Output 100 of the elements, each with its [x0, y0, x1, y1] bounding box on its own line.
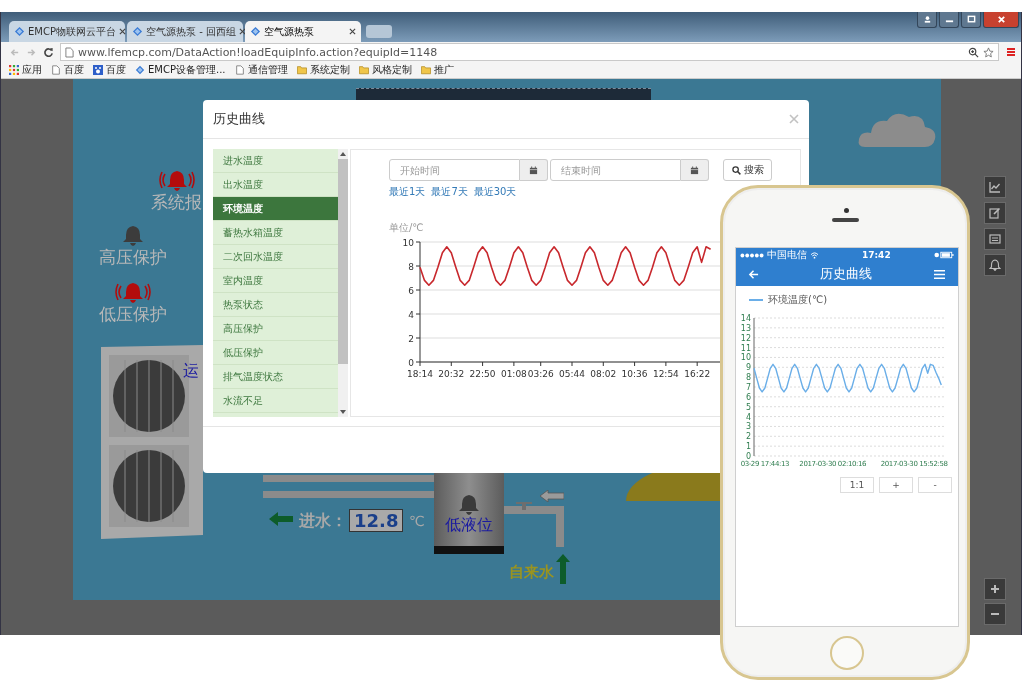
- minimize-button[interactable]: [939, 12, 959, 28]
- apps-grid-icon: [9, 65, 19, 75]
- maximize-button[interactable]: [961, 12, 981, 28]
- tick-label: 0: [745, 452, 751, 461]
- signal-icon: [740, 252, 764, 258]
- wifi-icon: [810, 251, 819, 259]
- tick-label: 3: [745, 422, 751, 432]
- page-icon: [51, 65, 61, 75]
- close-icon[interactable]: [349, 28, 356, 35]
- app-title: 历史曲线: [820, 265, 872, 283]
- user-button[interactable]: [917, 12, 937, 28]
- zoom-icon[interactable]: [968, 46, 979, 58]
- tick-label: 03:26: [527, 369, 554, 379]
- maximize-icon: [966, 15, 976, 24]
- reset-zoom-button[interactable]: 1:1: [840, 477, 874, 493]
- calendar-button[interactable]: [520, 159, 548, 181]
- address-field[interactable]: www.lfemcp.com/DataAction!loadEquipInfo.action?equipId=1148: [60, 43, 999, 61]
- page-icon: [65, 46, 74, 58]
- tick-label: 13: [740, 323, 751, 333]
- chart-button[interactable]: [984, 176, 1006, 198]
- zoom-in-button[interactable]: [984, 578, 1006, 600]
- tick-label: 4: [745, 412, 751, 422]
- clock-text: 17:42: [862, 250, 891, 260]
- tick-label: 14: [740, 314, 751, 323]
- bookmark[interactable]: 系统定制: [296, 63, 350, 77]
- date-range-link[interactable]: 最近1天: [389, 185, 426, 199]
- tick-label: 8: [745, 373, 751, 383]
- reload-icon[interactable]: [43, 46, 54, 58]
- menu-icon[interactable]: [1005, 46, 1017, 58]
- browser-tab[interactable]: EMCP物联网云平台: [9, 21, 125, 42]
- zoom-out-button[interactable]: [984, 603, 1006, 625]
- scroll-up-icon[interactable]: [340, 152, 346, 156]
- tank-label: 低液位: [445, 515, 493, 536]
- start-time-field[interactable]: 开始时间: [389, 159, 520, 181]
- parameter-item[interactable]: 环境温度: [213, 197, 338, 221]
- edit-button[interactable]: [984, 202, 1006, 224]
- tick-label: 10:36: [621, 369, 648, 379]
- alarm-label: 高压保护: [99, 246, 167, 269]
- legend-label: 环境温度(℃): [768, 293, 828, 307]
- menu-icon[interactable]: [933, 268, 946, 280]
- battery-icon: [934, 251, 954, 259]
- arrow-icon: [540, 490, 564, 502]
- bookmark[interactable]: EMCP设备管理...: [135, 63, 226, 77]
- zoom-in-button[interactable]: +: [879, 477, 913, 493]
- list-button[interactable]: [984, 228, 1006, 250]
- speaker-icon: [832, 218, 859, 222]
- bookmark[interactable]: 应用: [9, 63, 42, 77]
- date-range-link[interactable]: 最近30天: [473, 185, 517, 199]
- plus-icon: [989, 583, 1001, 595]
- folder-icon: [296, 65, 307, 75]
- tick-label: 12:54: [652, 369, 679, 379]
- bookmark[interactable]: 百度: [51, 63, 84, 77]
- bell-button[interactable]: [984, 254, 1006, 276]
- logo-icon: [14, 26, 25, 37]
- bookmark[interactable]: 风格定制: [358, 63, 412, 77]
- close-icon[interactable]: [118, 28, 126, 35]
- close-icon: [996, 15, 1006, 24]
- temperature-value: 12.8: [349, 509, 404, 532]
- url-text: www.lfemcp.com/DataAction!loadEquipInfo.action?equipId=1148: [78, 45, 439, 59]
- tick-label: 11: [740, 343, 751, 353]
- tick-label: 1: [745, 442, 751, 452]
- calendar-icon: [529, 165, 538, 175]
- bookmark[interactable]: 通信管理: [234, 63, 288, 77]
- tick-label: 6: [745, 392, 751, 402]
- bookmark[interactable]: 推广: [420, 63, 454, 77]
- tick-label: 5: [745, 402, 751, 412]
- tick-label: 22:50: [469, 369, 496, 379]
- tap-water-label: 自来水: [509, 563, 554, 582]
- browser-tab[interactable]: 空气源热泵 - 回西组: [127, 21, 243, 42]
- back-icon[interactable]: [748, 268, 759, 280]
- logo-icon: [250, 26, 261, 37]
- list-icon: [989, 233, 1001, 245]
- axis-label: 单位/℃: [389, 221, 424, 235]
- star-icon[interactable]: [983, 46, 994, 58]
- search-button[interactable]: 搜索: [723, 159, 772, 181]
- camera-icon: [844, 208, 849, 213]
- tick-label: 12: [740, 333, 751, 343]
- tick-label: 9: [745, 363, 751, 373]
- edit-icon: [989, 207, 1001, 219]
- arrow-icon: [269, 512, 293, 526]
- logo-icon: [135, 65, 145, 75]
- inlet-label: 进水：: [299, 511, 347, 532]
- calendar-button[interactable]: [681, 159, 709, 181]
- carrier-text: 中国电信: [767, 248, 807, 262]
- alarm-label: 低压保护: [99, 303, 167, 326]
- bookmark[interactable]: 百度: [93, 63, 126, 77]
- date-range-link[interactable]: 最近7天: [431, 185, 468, 199]
- tick-label: 2: [745, 432, 751, 442]
- scrollbar[interactable]: [338, 149, 348, 417]
- scrollbar-thumb[interactable]: [338, 159, 348, 364]
- end-time-field[interactable]: 结束时间: [550, 159, 681, 181]
- dialog-title: 历史曲线: [213, 110, 265, 128]
- user-icon: [922, 15, 932, 24]
- logo-icon: [132, 26, 143, 37]
- zoom-out-button[interactable]: -: [918, 477, 952, 493]
- browser-tab[interactable]: 空气源热泵: [245, 21, 361, 42]
- page-icon: [234, 65, 245, 75]
- close-button[interactable]: [983, 12, 1019, 28]
- scroll-down-icon[interactable]: [340, 410, 346, 414]
- unit-label: ℃: [409, 513, 425, 529]
